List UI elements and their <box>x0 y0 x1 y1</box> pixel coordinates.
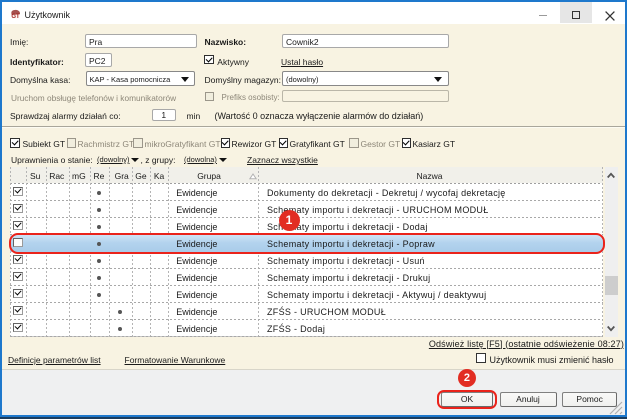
svg-text:GT: GT <box>11 14 20 20</box>
